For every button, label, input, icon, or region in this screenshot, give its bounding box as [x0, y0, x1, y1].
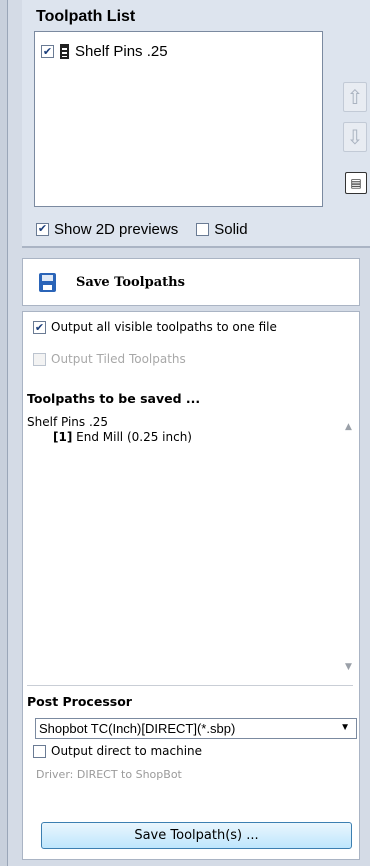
output-tiled-checkbox[interactable] — [33, 352, 46, 366]
post-processor-select[interactable]: Shopbot TC(Inch)[DIRECT](*.sbp) ▼ — [35, 718, 357, 739]
show-2d-previews-checkbox[interactable]: ✔ — [36, 223, 49, 236]
driver-text: Driver: DIRECT to ShopBot — [36, 768, 182, 781]
post-processor-value: Shopbot TC(Inch)[DIRECT](*.sbp) — [39, 721, 236, 736]
tool-index: [1] — [53, 430, 73, 444]
toolpath-listbox[interactable]: ✔ Shelf Pins .25 — [34, 31, 323, 207]
output-visible-checkbox[interactable]: ✔ — [33, 320, 46, 334]
solid-label: Solid — [214, 221, 248, 238]
save-toolpaths-button[interactable]: Save Toolpath(s) ... — [41, 822, 352, 849]
show-2d-previews-label: Show 2D previews — [54, 221, 179, 238]
solid-checkbox[interactable] — [196, 223, 210, 236]
toolpath-properties-button[interactable]: ▤ — [345, 172, 367, 194]
toolpaths-to-save-title: Toolpaths to be saved ... — [27, 391, 201, 406]
tool-description: End Mill (0.25 inch) — [76, 430, 192, 444]
panel-separator — [22, 246, 370, 248]
toolpath-save-tool: [1] End Mill (0.25 inch) — [27, 430, 335, 444]
save-toolpaths-form: ✔ Output all visible toolpaths to one fi… — [22, 311, 360, 860]
toolpaths-to-save-list: Shelf Pins .25 [1] End Mill (0.25 inch) — [27, 415, 335, 685]
output-visible-option[interactable]: ✔ Output all visible toolpaths to one fi… — [33, 320, 277, 334]
properties-icon: ▤ — [350, 176, 362, 190]
toolpath-item-checkbox[interactable]: ✔ — [41, 44, 54, 58]
arrow-up-icon: ⇧ — [346, 85, 364, 109]
toolpath-item-label: Shelf Pins .25 — [75, 42, 168, 60]
toolpath-stack-icon — [60, 43, 69, 59]
scroll-up-arrow-icon[interactable]: ▲ — [345, 422, 352, 432]
save-toolpaths-header: Save Toolpaths — [22, 258, 360, 306]
toolpath-save-name: Shelf Pins .25 — [27, 415, 109, 429]
output-visible-label: Output all visible toolpaths to one file — [51, 320, 277, 334]
arrow-down-icon: ⇩ — [346, 125, 364, 149]
window-left-edge — [0, 0, 8, 866]
save-toolpaths-title: Save Toolpaths — [76, 274, 185, 290]
output-direct-checkbox[interactable] — [33, 744, 46, 758]
dropdown-arrow-icon: ▼ — [340, 722, 350, 733]
scroll-down-arrow-icon[interactable]: ▼ — [345, 662, 352, 672]
move-up-button[interactable]: ⇧ — [343, 82, 367, 112]
output-direct-option[interactable]: Output direct to machine — [33, 744, 202, 758]
toolpath-list-panel: Toolpath List ✔ Shelf Pins .25 ⇧ ⇩ ▤ ✔ S… — [22, 0, 370, 246]
floppy-disk-icon — [39, 272, 56, 292]
output-direct-label: Output direct to machine — [51, 744, 203, 758]
post-processor-title: Post Processor — [27, 694, 132, 709]
output-tiled-option[interactable]: Output Tiled Toolpaths — [33, 352, 186, 366]
output-tiled-label: Output Tiled Toolpaths — [51, 352, 186, 366]
toolpath-item[interactable]: ✔ Shelf Pins .25 — [41, 40, 168, 62]
toolpath-list-title: Toolpath List — [36, 8, 136, 25]
post-processor-separator — [27, 685, 353, 686]
preview-options: ✔ Show 2D previews Solid — [36, 221, 248, 238]
move-down-button[interactable]: ⇩ — [343, 122, 367, 152]
